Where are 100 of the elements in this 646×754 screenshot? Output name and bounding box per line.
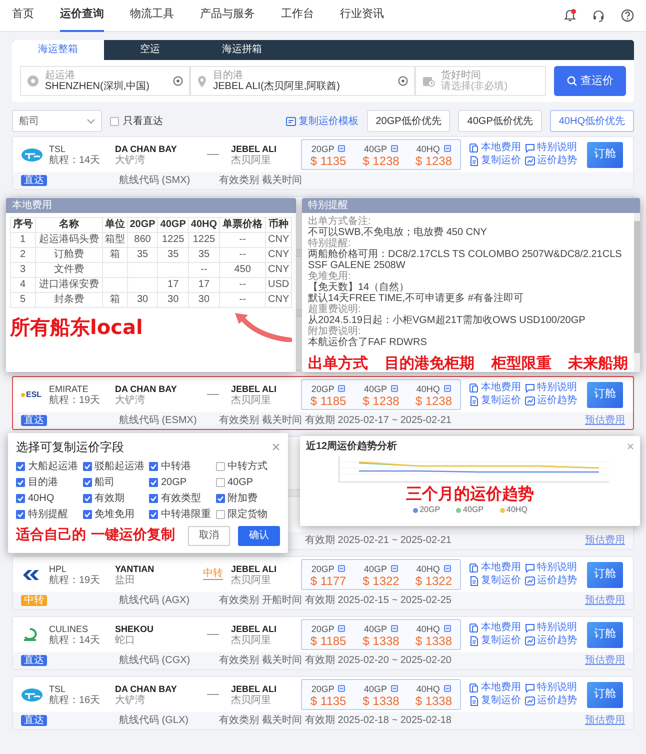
- sort-button[interactable]: 40GP低价优先: [458, 110, 542, 132]
- table-cell: 35: [188, 248, 220, 262]
- checkbox[interactable]: [149, 478, 158, 487]
- info-icon[interactable]: [391, 565, 398, 572]
- rate-trend-link[interactable]: 运价趋势: [525, 575, 581, 587]
- info-icon[interactable]: [338, 625, 346, 632]
- info-icon[interactable]: [338, 565, 346, 572]
- destination-field[interactable]: 目的港 JEBEL ALI(杰贝阿里,阿联酋): [190, 66, 415, 96]
- book-button[interactable]: 订舱: [587, 682, 623, 708]
- nav-tab[interactable]: 产品与服务: [200, 0, 255, 32]
- special-notes-link[interactable]: 特别说明: [525, 142, 581, 154]
- nav-tab[interactable]: 运价查询: [60, 0, 104, 32]
- help-icon[interactable]: [621, 9, 634, 22]
- copy-rate-link[interactable]: 复制运价: [469, 635, 525, 647]
- search-button[interactable]: 查运价: [554, 66, 626, 96]
- nav-tab[interactable]: 物流工具: [130, 0, 174, 32]
- local-fees-link[interactable]: 本地费用: [469, 382, 525, 394]
- book-button[interactable]: 订舱: [587, 142, 623, 168]
- book-button[interactable]: 订舱: [587, 622, 623, 648]
- checkbox[interactable]: [82, 462, 92, 471]
- checkbox[interactable]: [149, 494, 158, 503]
- table-cell: 35: [158, 248, 188, 262]
- port-icon: [27, 75, 39, 87]
- copy-rate-link[interactable]: 复制运价: [469, 395, 525, 407]
- estimate-link[interactable]: 预估费用: [585, 413, 625, 428]
- sort-button[interactable]: 40HQ低价优先: [550, 110, 634, 132]
- estimate-link[interactable]: 预估费用: [585, 653, 625, 668]
- copy-rate-link[interactable]: 复制运价: [469, 155, 525, 167]
- search-tab[interactable]: 海运拼箱: [196, 40, 288, 60]
- check-icon: [150, 463, 157, 470]
- book-button[interactable]: 订舱: [587, 382, 623, 408]
- checkbox[interactable]: [82, 478, 92, 487]
- checkbox-label: 大船起运港: [28, 460, 78, 473]
- info-icon[interactable]: [444, 685, 451, 692]
- close-icon[interactable]: [627, 443, 634, 450]
- bell-icon[interactable]: [564, 9, 576, 22]
- column-header: 名称: [35, 218, 103, 232]
- rate-trend-link[interactable]: 运价趋势: [525, 395, 581, 407]
- local-fees-link[interactable]: 本地费用: [469, 682, 525, 694]
- checkbox[interactable]: [16, 478, 25, 487]
- info-icon[interactable]: [444, 625, 451, 632]
- checkbox[interactable]: [216, 478, 224, 487]
- search-tab[interactable]: 空运: [104, 40, 196, 60]
- cancel-button[interactable]: 取消: [188, 526, 230, 546]
- nav-tab[interactable]: 工作台: [281, 0, 314, 32]
- scrollbar[interactable]: [634, 213, 640, 372]
- nav-tab[interactable]: 行业资讯: [340, 0, 384, 32]
- date-field[interactable]: 货好时间 请选择(非必填): [414, 66, 546, 96]
- checkbox[interactable]: [149, 462, 158, 471]
- special-notes-link[interactable]: 特别说明: [525, 682, 581, 694]
- rate-trend-link[interactable]: 运价趋势: [525, 155, 581, 167]
- checkbox[interactable]: [82, 494, 92, 503]
- info-icon[interactable]: [391, 145, 398, 152]
- info-icon[interactable]: [444, 385, 451, 392]
- locate-icon[interactable]: [173, 76, 184, 86]
- origin-field[interactable]: 起运港 SHENZHEN(深圳,中国): [20, 66, 190, 96]
- book-button[interactable]: 订舱: [587, 562, 623, 588]
- info-icon[interactable]: [338, 385, 346, 392]
- checkbox[interactable]: [16, 494, 25, 503]
- estimate-link[interactable]: 预估费用: [585, 533, 625, 548]
- local-fees-link[interactable]: 本地费用: [469, 142, 525, 154]
- search-tab[interactable]: 海运整箱: [12, 40, 104, 60]
- special-notes-link[interactable]: 特别说明: [525, 382, 581, 394]
- info-icon[interactable]: [338, 685, 346, 692]
- port-name-cn: 大铲湾: [115, 694, 146, 706]
- estimate-link[interactable]: 预估费用: [585, 713, 625, 728]
- special-notes-link[interactable]: 特别说明: [525, 622, 581, 634]
- copy-rate-link[interactable]: 复制运价: [469, 695, 525, 707]
- checkbox[interactable]: [110, 116, 119, 126]
- info-icon[interactable]: [391, 625, 398, 632]
- sort-button[interactable]: 20GP低价优先: [366, 110, 450, 132]
- rate-trend-link[interactable]: 运价趋势: [525, 635, 581, 647]
- estimate-link[interactable]: 预估费用: [585, 593, 625, 608]
- note-text: 两船舱价格可用：DC8/2.17CLS TS COLOMBO 2507W&DC8/2.21CLS SSF GALENE 2508W: [308, 249, 623, 271]
- special-notes-link[interactable]: 特别说明: [525, 562, 581, 574]
- rate-trend-link[interactable]: 运价趋势: [525, 695, 581, 707]
- carrier-select[interactable]: 船司: [12, 110, 102, 132]
- copy-rate-link[interactable]: 复制运价: [469, 575, 525, 587]
- checkbox[interactable]: [216, 510, 224, 519]
- info-icon[interactable]: [444, 565, 451, 572]
- checkbox[interactable]: [16, 462, 25, 471]
- checkbox[interactable]: [216, 494, 224, 503]
- table-cell: CNY: [266, 292, 292, 308]
- headset-icon[interactable]: [592, 9, 605, 22]
- info-icon[interactable]: [338, 145, 346, 152]
- info-icon[interactable]: [391, 685, 398, 692]
- confirm-button[interactable]: 确认: [238, 526, 280, 546]
- nav-tab[interactable]: 首页: [12, 0, 34, 32]
- checkbox[interactable]: [16, 510, 25, 519]
- local-fees-link[interactable]: 本地费用: [469, 622, 525, 634]
- locate-icon[interactable]: [398, 76, 408, 86]
- info-icon[interactable]: [391, 385, 398, 392]
- close-icon[interactable]: [272, 443, 280, 451]
- checkbox[interactable]: [216, 462, 224, 471]
- copy-template-link[interactable]: 复制运价模板: [286, 114, 359, 128]
- checkbox[interactable]: [82, 510, 92, 519]
- info-icon[interactable]: [444, 145, 451, 152]
- route-tag: 直达: [21, 415, 47, 426]
- checkbox[interactable]: [149, 510, 158, 519]
- local-fees-link[interactable]: 本地费用: [469, 562, 525, 574]
